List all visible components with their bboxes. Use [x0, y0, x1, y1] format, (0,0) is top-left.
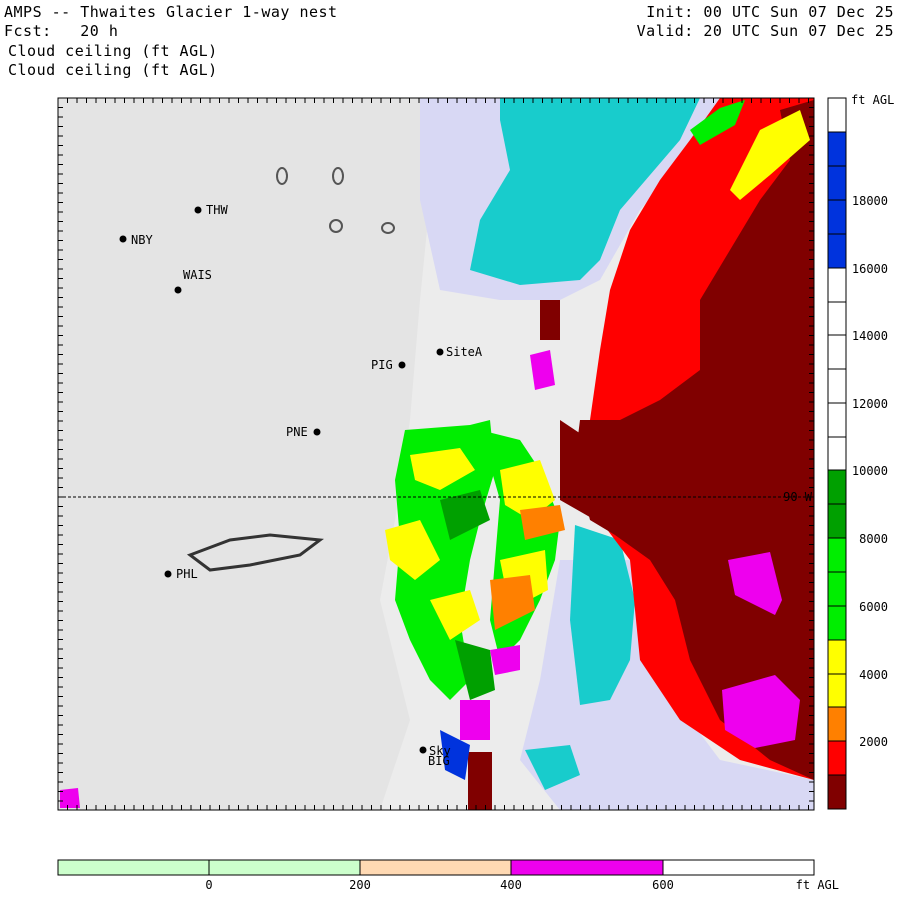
station-label-pne: PNE — [286, 425, 308, 439]
right-colorbar-tick: 16000 — [852, 262, 888, 276]
station-label-phl: PHL — [176, 567, 198, 581]
station-dot-sky — [419, 746, 427, 754]
station-label-big: BIG — [428, 754, 450, 768]
header-field-name: Cloud ceiling (ft AGL) — [8, 42, 218, 60]
bottom-colorbar-unit: ft AGL — [796, 878, 839, 892]
bottom-colorbar-tick: 0 — [205, 878, 212, 892]
right-colorbar-tick: 8000 — [859, 532, 888, 546]
bottom-colorbar-tick: 600 — [652, 878, 674, 892]
bottom-colorbar: 0 200 400 600 ft AGL — [57, 859, 839, 892]
header-init-time: Init: 00 UTC Sun 07 Dec 25 — [646, 3, 894, 21]
header-forecast-hour: Fcst: 20 h — [4, 22, 119, 40]
right-colorbar-tick: 14000 — [852, 329, 888, 343]
map-figure: 90 W THW NBY WAIS SiteA PIG PNE PHL Sky … — [57, 93, 894, 892]
station-dot-thw — [194, 206, 202, 214]
station-dot-nby — [119, 235, 127, 243]
station-label-pig: PIG — [371, 358, 393, 372]
map-plot-area — [58, 98, 814, 810]
right-colorbar-tick: 12000 — [852, 397, 888, 411]
station-label-sitea: SiteA — [446, 345, 483, 359]
header-valid-time: Valid: 20 UTC Sun 07 Dec 25 — [636, 22, 894, 40]
right-colorbar-unit: ft AGL — [851, 93, 894, 107]
station-dot-phl — [164, 570, 172, 578]
station-dot-sitea — [436, 348, 444, 356]
right-colorbar-tick: 6000 — [859, 600, 888, 614]
station-dot-pig — [398, 361, 406, 369]
station-dot-pne — [313, 428, 321, 436]
bottom-colorbar-tick: 200 — [349, 878, 371, 892]
bottom-colorbar-tick: 400 — [500, 878, 522, 892]
ice-plateau — [58, 98, 440, 810]
right-colorbar-tick: 10000 — [852, 464, 888, 478]
station-dot-wais — [174, 286, 182, 294]
right-colorbar-tick: 4000 — [859, 668, 888, 682]
header-field-name-2: Cloud ceiling (ft AGL) — [8, 61, 218, 79]
meridian-label: 90 W — [783, 490, 813, 504]
station-label-wais: WAIS — [183, 268, 212, 282]
station-label-thw: THW — [206, 203, 228, 217]
header-title: AMPS -- Thwaites Glacier 1-way nest — [4, 3, 338, 21]
right-colorbar: ft AGL 18000 16000 14000 12000 10000 800… — [827, 93, 894, 810]
right-colorbar-tick: 18000 — [852, 194, 888, 208]
station-label-nby: NBY — [131, 233, 153, 247]
right-colorbar-tick: 2000 — [859, 735, 888, 749]
